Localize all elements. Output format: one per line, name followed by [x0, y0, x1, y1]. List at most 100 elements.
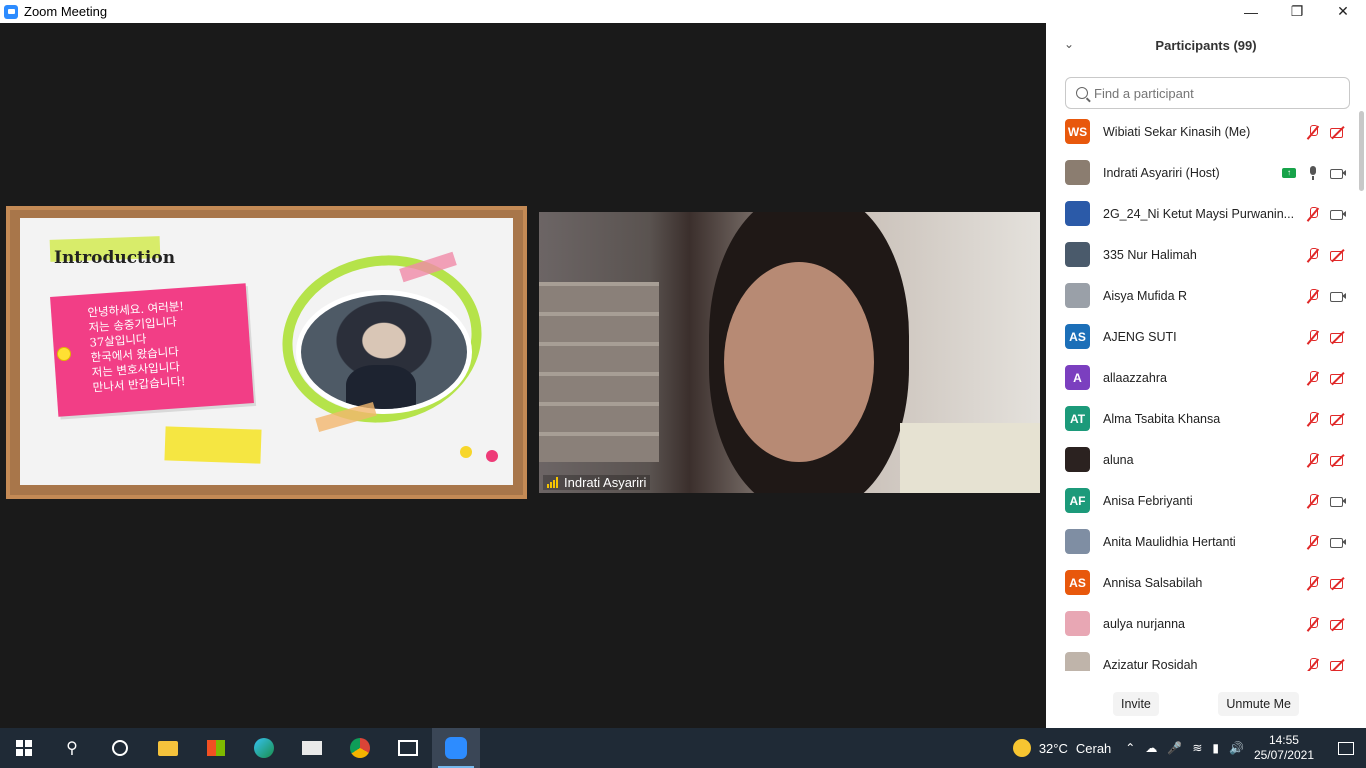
video-off-icon[interactable] — [1330, 248, 1344, 262]
video-icon[interactable] — [1330, 166, 1346, 180]
participant-row[interactable]: Anita Maulidhia Hertanti — [1046, 521, 1356, 562]
participant-status-icons — [1306, 452, 1344, 467]
file-explorer-button[interactable] — [144, 728, 192, 768]
mic-muted-icon[interactable] — [1306, 534, 1320, 549]
video-off-icon[interactable] — [1330, 658, 1344, 672]
store-icon — [207, 740, 225, 756]
mic-muted-icon[interactable] — [1306, 452, 1320, 467]
participant-row[interactable]: WS Wibiati Sekar Kinasih (Me) — [1046, 111, 1356, 152]
video-icon[interactable] — [1330, 535, 1346, 549]
avatar — [1065, 447, 1090, 472]
mic-muted-icon[interactable] — [1306, 411, 1320, 426]
mail-button[interactable] — [288, 728, 336, 768]
participant-row[interactable]: aluna — [1046, 439, 1356, 480]
participant-status-icons — [1306, 288, 1346, 303]
store-button[interactable] — [192, 728, 240, 768]
participant-search[interactable] — [1065, 77, 1350, 109]
shared-slide-tile[interactable]: Introduction 안녕하세요. 여러분! 저는 송중기입니다 37살입니… — [6, 206, 527, 499]
mic-muted-icon[interactable] — [1306, 657, 1320, 672]
mic-muted-icon[interactable] — [1306, 288, 1320, 303]
invite-button[interactable]: Invite — [1113, 692, 1159, 716]
participant-name: Indrati Asyariri (Host) — [1103, 165, 1220, 180]
wifi-icon[interactable]: ≋ — [1192, 741, 1202, 755]
mic-muted-icon[interactable] — [1306, 575, 1320, 590]
close-button[interactable]: ✕ — [1320, 0, 1366, 23]
mic-muted-icon[interactable] — [1306, 329, 1320, 344]
title-bar: Zoom Meeting — [0, 0, 1046, 23]
cortana-button[interactable] — [96, 728, 144, 768]
zoom-taskbar-button[interactable] — [432, 728, 480, 768]
participant-row[interactable]: Indrati Asyariri (Host) ↑ — [1046, 152, 1356, 193]
participant-scrollbar[interactable] — [1359, 111, 1364, 671]
video-icon[interactable] — [1330, 289, 1346, 303]
participant-name: 2G_24_Ni Ketut Maysi Purwanin... — [1103, 206, 1295, 221]
video-off-icon[interactable] — [1330, 412, 1344, 426]
video-participant-name: Indrati Asyariri — [564, 475, 647, 490]
avatar — [1065, 242, 1090, 267]
participant-row[interactable]: 335 Nur Halimah — [1046, 234, 1356, 275]
mic-muted-icon[interactable] — [1306, 616, 1320, 631]
participant-status-icons — [1306, 206, 1346, 221]
participant-row[interactable]: aulya nurjanna — [1046, 603, 1356, 644]
video-name-label: Indrati Asyariri — [543, 475, 651, 490]
mic-muted-icon[interactable] — [1306, 124, 1320, 139]
slide-title: Introduction — [54, 248, 176, 268]
participant-name: Azizatur Rosidah — [1103, 657, 1198, 672]
weather-widget[interactable]: 32°C Cerah — [1012, 739, 1112, 757]
video-icon[interactable] — [1330, 207, 1346, 221]
participant-row[interactable]: Azizatur Rosidah — [1046, 644, 1356, 671]
participants-header: ⌄ Participants (99) — [1046, 23, 1366, 68]
participant-status-icons — [1306, 616, 1344, 631]
participant-search-input[interactable] — [1094, 85, 1334, 101]
battery-icon[interactable]: ▮ — [1212, 741, 1219, 755]
mic-muted-icon[interactable] — [1306, 370, 1320, 385]
search-taskbar-button[interactable]: ⚲ — [48, 728, 96, 768]
video-off-icon[interactable] — [1330, 330, 1344, 344]
participant-row[interactable]: Aisya Mufida R — [1046, 275, 1356, 316]
participant-status-icons — [1306, 247, 1344, 262]
portrait-photo — [301, 295, 467, 409]
participant-row[interactable]: Aallaazzahra — [1046, 357, 1356, 398]
video-off-icon[interactable] — [1330, 371, 1344, 385]
participant-row[interactable]: AT Alma Tsabita Khansa — [1046, 398, 1356, 439]
participants-footer: Invite Unmute Me — [1046, 692, 1366, 716]
participant-name: Anisa Febriyanti — [1103, 493, 1193, 508]
weather-desc: Cerah — [1075, 740, 1112, 756]
scrollbar-thumb[interactable] — [1359, 111, 1364, 191]
mic-icon[interactable] — [1306, 165, 1320, 180]
mic-muted-icon[interactable] — [1306, 493, 1320, 508]
chrome-button[interactable] — [336, 728, 384, 768]
edge-button[interactable] — [240, 728, 288, 768]
video-off-icon[interactable] — [1330, 453, 1344, 467]
video-off-icon[interactable] — [1330, 617, 1344, 631]
participant-row[interactable]: 2G_24_Ni Ketut Maysi Purwanin... — [1046, 193, 1356, 234]
photos-button[interactable] — [384, 728, 432, 768]
video-off-icon[interactable] — [1330, 125, 1344, 139]
participant-row[interactable]: AS AJENG SUTI — [1046, 316, 1356, 357]
mic-muted-icon[interactable] — [1306, 206, 1320, 221]
cloud-icon[interactable]: ☁ — [1145, 741, 1157, 755]
video-icon[interactable] — [1330, 494, 1346, 508]
participant-video-tile[interactable]: Indrati Asyariri — [539, 212, 1040, 493]
minimize-button[interactable]: — — [1228, 0, 1274, 23]
video-off-icon[interactable] — [1330, 576, 1344, 590]
avatar — [1065, 529, 1090, 554]
notification-button[interactable] — [1326, 741, 1366, 755]
chevron-down-icon[interactable]: ⌄ — [1064, 37, 1074, 51]
start-button[interactable] — [0, 728, 48, 768]
avatar: AF — [1065, 488, 1090, 513]
restore-button[interactable]: ❐ — [1274, 0, 1320, 23]
volume-icon[interactable]: 🔊 — [1229, 741, 1244, 755]
slide-content: Introduction 안녕하세요. 여러분! 저는 송중기입니다 37살입니… — [20, 218, 513, 485]
clock[interactable]: 14:55 25/07/2021 — [1254, 733, 1314, 763]
participant-row[interactable]: AS Annisa Salsabilah — [1046, 562, 1356, 603]
background-shelf — [539, 282, 659, 462]
avatar — [1065, 652, 1090, 671]
unmute-me-button[interactable]: Unmute Me — [1218, 692, 1299, 716]
chevron-up-icon[interactable]: ⌃ — [1125, 741, 1135, 755]
avatar: AS — [1065, 570, 1090, 595]
photos-icon — [398, 740, 418, 756]
microphone-icon[interactable]: 🎤 — [1167, 741, 1182, 755]
mic-muted-icon[interactable] — [1306, 247, 1320, 262]
participant-row[interactable]: AF Anisa Febriyanti — [1046, 480, 1356, 521]
